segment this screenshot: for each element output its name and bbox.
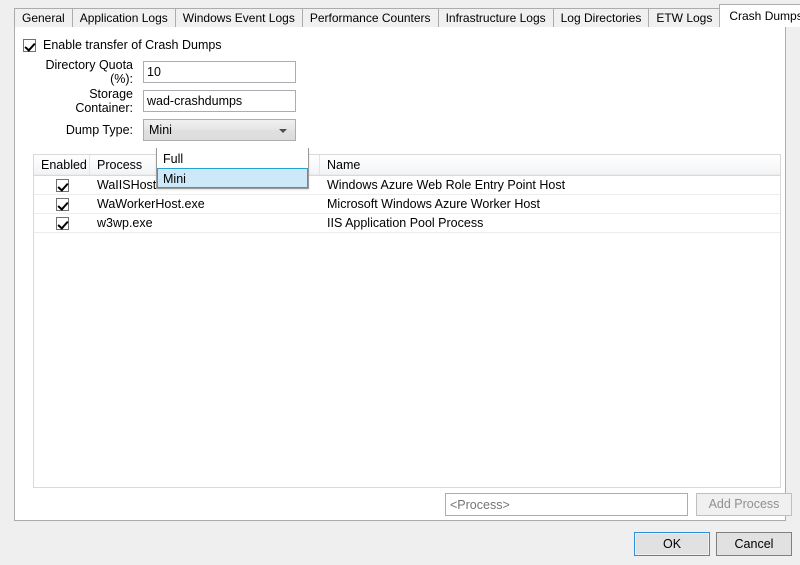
tab-strip: General Application Logs Windows Event L… — [14, 6, 786, 27]
row-name-cell: Microsoft Windows Azure Worker Host — [320, 195, 780, 213]
enable-transfer-row[interactable]: Enable transfer of Crash Dumps — [23, 38, 222, 52]
dump-type-value: Mini — [144, 123, 172, 137]
storage-container-label: Storage Container: — [29, 87, 143, 115]
crash-dumps-panel: Enable transfer of Crash Dumps Directory… — [14, 26, 786, 521]
row-enabled-checkbox[interactable] — [56, 198, 69, 211]
dropdown-option-full[interactable]: Full — [157, 148, 308, 168]
row-enabled-cell[interactable] — [34, 195, 90, 213]
tab-windows-event-logs[interactable]: Windows Event Logs — [175, 8, 303, 27]
dump-type-row: Dump Type: Mini — [29, 119, 296, 141]
row-enabled-cell[interactable] — [34, 176, 90, 194]
row-process-cell: WaWorkerHost.exe — [90, 195, 320, 213]
ok-button[interactable]: OK — [634, 532, 710, 556]
tab-crash-dumps[interactable]: Crash Dumps — [719, 4, 800, 27]
directory-quota-input[interactable] — [143, 61, 296, 83]
row-process-cell: w3wp.exe — [90, 214, 320, 232]
row-enabled-checkbox[interactable] — [56, 217, 69, 230]
directory-quota-label: Directory Quota (%): — [29, 58, 143, 86]
enable-transfer-label: Enable transfer of Crash Dumps — [43, 38, 222, 52]
dropdown-option-mini[interactable]: Mini — [157, 168, 308, 188]
directory-quota-row: Directory Quota (%): — [29, 61, 296, 83]
cancel-button[interactable]: Cancel — [716, 532, 792, 556]
tab-general[interactable]: General — [14, 8, 73, 27]
column-header-enabled[interactable]: Enabled — [34, 155, 90, 175]
add-process-row: Add Process — [445, 493, 792, 516]
table-header-row: Enabled Process Name — [34, 155, 780, 176]
tab-infrastructure-logs[interactable]: Infrastructure Logs — [438, 8, 554, 27]
process-table: Enabled Process Name WaIISHost.exe Windo… — [33, 154, 781, 488]
add-process-button[interactable]: Add Process — [696, 493, 792, 516]
process-input[interactable] — [445, 493, 688, 516]
tab-application-logs[interactable]: Application Logs — [72, 8, 176, 27]
row-enabled-checkbox[interactable] — [56, 179, 69, 192]
tab-log-directories[interactable]: Log Directories — [553, 8, 650, 27]
storage-container-input[interactable] — [143, 90, 296, 112]
table-row[interactable]: WaWorkerHost.exe Microsoft Windows Azure… — [34, 195, 780, 214]
tab-performance-counters[interactable]: Performance Counters — [302, 8, 439, 27]
dump-type-combobox[interactable]: Mini — [143, 119, 296, 141]
storage-container-row: Storage Container: — [29, 90, 296, 112]
enable-transfer-checkbox[interactable] — [23, 39, 36, 52]
table-row[interactable]: w3wp.exe IIS Application Pool Process — [34, 214, 780, 233]
row-name-cell: IIS Application Pool Process — [320, 214, 780, 232]
dump-type-label: Dump Type: — [29, 123, 143, 137]
dump-type-dropdown-list[interactable]: Full Mini — [156, 148, 309, 189]
chevron-down-icon — [279, 129, 287, 133]
tab-etw-logs[interactable]: ETW Logs — [648, 8, 720, 27]
column-header-name[interactable]: Name — [320, 155, 780, 175]
table-row[interactable]: WaIISHost.exe Windows Azure Web Role Ent… — [34, 176, 780, 195]
row-name-cell: Windows Azure Web Role Entry Point Host — [320, 176, 780, 194]
row-enabled-cell[interactable] — [34, 214, 90, 232]
